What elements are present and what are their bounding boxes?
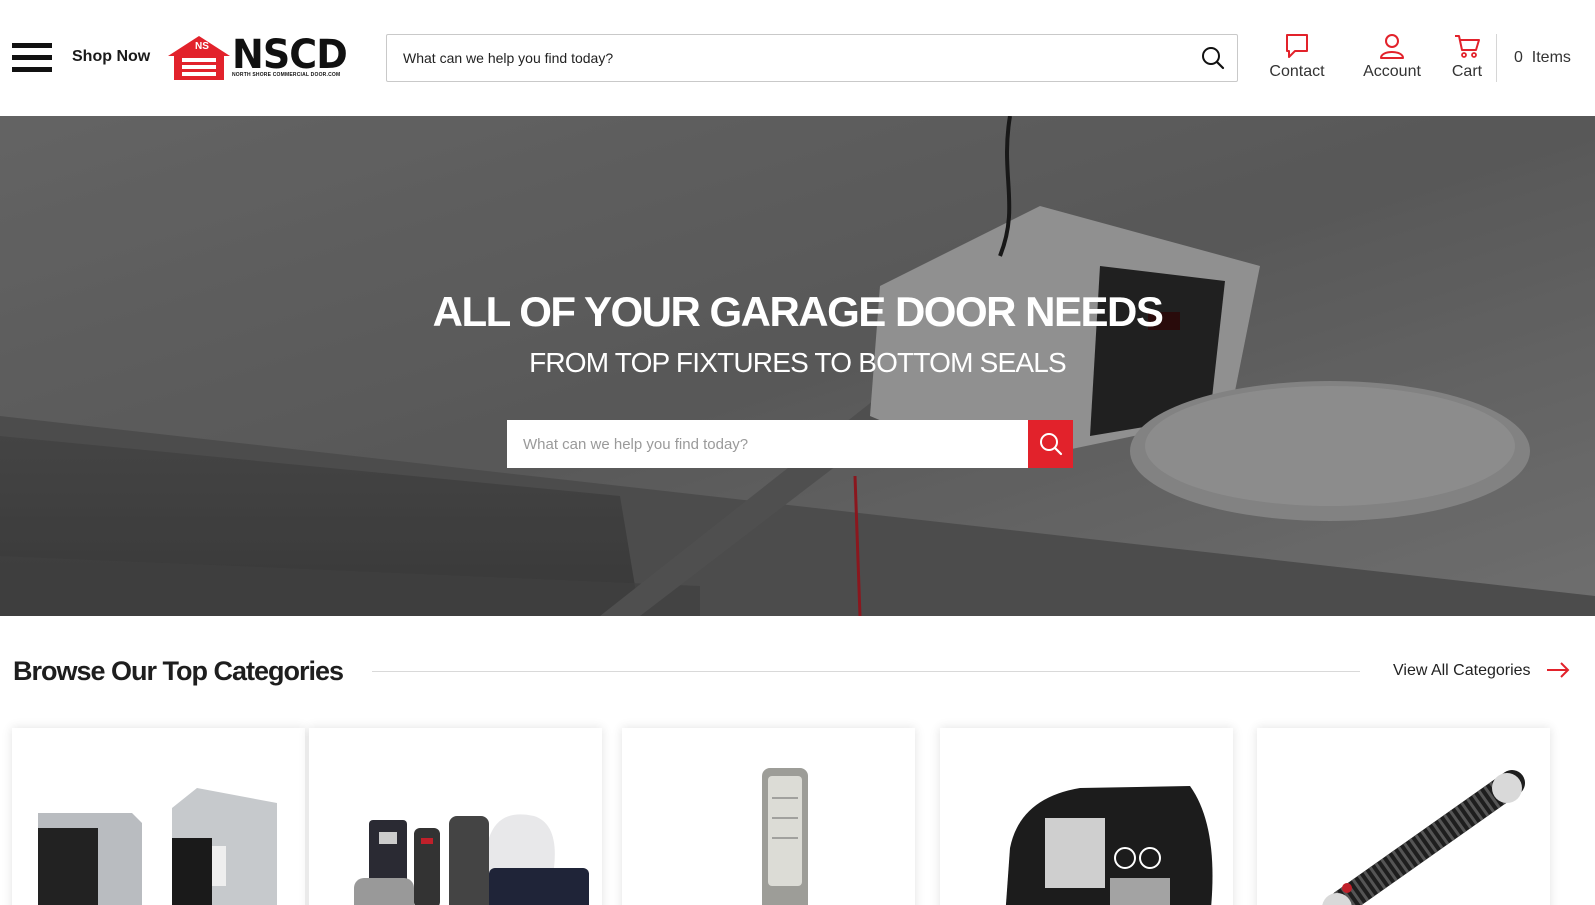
- header-search-bar: [386, 34, 1238, 82]
- contact-link[interactable]: Contact: [1262, 32, 1332, 81]
- category-card[interactable]: [1257, 728, 1550, 905]
- chat-bubble-icon: [1286, 34, 1308, 58]
- weather-seal-product-image: [38, 788, 277, 905]
- remote-controls-product-image: [354, 814, 589, 905]
- category-card[interactable]: [309, 728, 602, 905]
- header-search-input[interactable]: [403, 35, 1183, 81]
- search-icon: [1040, 433, 1063, 456]
- account-link[interactable]: Account: [1352, 32, 1432, 81]
- torsion-spring-product-image: [1322, 770, 1525, 905]
- logo-badge: NS: [195, 41, 209, 52]
- site-header: Shop Now NS NSCD NORTH SHORE COMMERCIAL …: [0, 0, 1595, 116]
- opener-board-product-image: [1005, 786, 1213, 905]
- categories-heading: Browse Our Top Categories: [13, 656, 344, 686]
- keypad-product-image: [762, 768, 808, 905]
- cart-items-count[interactable]: 0 Items: [1514, 49, 1571, 67]
- contact-label: Contact: [1269, 63, 1325, 80]
- category-card[interactable]: [622, 728, 915, 905]
- hero-search-bar: [507, 420, 1073, 468]
- logo-tagline: NORTH SHORE COMMERCIAL DOOR.COM: [232, 72, 341, 78]
- category-card[interactable]: [12, 728, 305, 905]
- shopping-cart-icon: [1455, 35, 1480, 58]
- account-label: Account: [1363, 63, 1421, 80]
- view-all-categories-link[interactable]: View All Categories: [1393, 662, 1531, 680]
- user-icon: [1380, 34, 1404, 59]
- cart-label: Cart: [1451, 63, 1483, 80]
- category-card[interactable]: [940, 728, 1233, 905]
- hamburger-menu-icon[interactable]: [12, 43, 52, 72]
- hero-search-button[interactable]: [1028, 420, 1073, 468]
- hero-title: ALL OF YOUR GARAGE DOOR NEEDS: [432, 288, 1164, 335]
- hero-search-input[interactable]: [523, 420, 1023, 468]
- logo-wordmark: NSCD: [232, 32, 348, 78]
- search-icon: [1202, 47, 1225, 70]
- categories-divider: [372, 671, 1360, 672]
- hero-subtitle: FROM TOP FIXTURES TO BOTTOM SEALS: [529, 347, 1067, 378]
- shop-now-link[interactable]: Shop Now: [72, 48, 150, 66]
- arrow-right-icon[interactable]: [1546, 662, 1570, 678]
- hero-banner: ALL OF YOUR GARAGE DOOR NEEDS FROM TOP F…: [0, 116, 1595, 616]
- header-search-button[interactable]: [1189, 35, 1237, 81]
- header-divider: [1496, 34, 1497, 82]
- cart-link[interactable]: Cart: [1442, 32, 1492, 81]
